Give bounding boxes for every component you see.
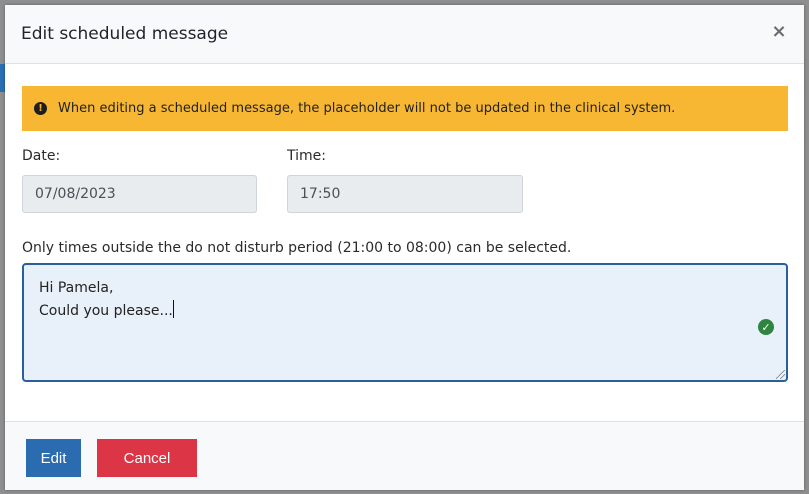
date-field[interactable]: 07/08/2023: [22, 175, 257, 213]
close-button[interactable]: ×: [768, 21, 790, 43]
edit-button[interactable]: Edit: [26, 439, 81, 477]
dialog-title: Edit scheduled message: [21, 24, 229, 44]
close-icon: ×: [771, 21, 787, 42]
cancel-button[interactable]: Cancel: [97, 439, 197, 477]
text-caret: [172, 300, 174, 318]
message-line-2: Could you please...: [39, 303, 173, 319]
time-field[interactable]: 17:50: [287, 175, 523, 213]
do-not-disturb-hint: Only times outside the do not disturb pe…: [22, 240, 572, 256]
message-line-1: Hi Pamela,: [39, 280, 114, 296]
dialog-header: Edit scheduled message ×: [5, 5, 804, 64]
resize-handle-icon[interactable]: [776, 370, 785, 379]
warning-alert-text: When editing a scheduled message, the pl…: [58, 101, 676, 116]
date-label: Date:: [22, 148, 61, 164]
message-content: Hi Pamela, Could you please...: [39, 277, 174, 323]
edit-scheduled-message-dialog: Edit scheduled message × ! When editing …: [5, 5, 804, 490]
dialog-footer: Edit Cancel: [5, 421, 804, 490]
message-textarea[interactable]: Hi Pamela, Could you please... ✓: [22, 263, 788, 382]
exclamation-circle-icon: !: [34, 102, 47, 115]
check-circle-icon: ✓: [758, 319, 774, 335]
time-label: Time:: [287, 148, 326, 164]
warning-alert: ! When editing a scheduled message, the …: [22, 86, 788, 131]
